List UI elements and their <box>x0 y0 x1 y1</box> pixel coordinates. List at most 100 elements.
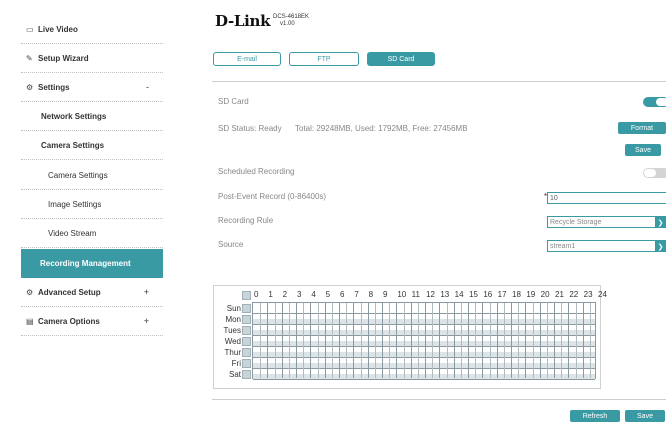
format-button[interactable]: Format <box>618 122 666 134</box>
post-event-label: Post-Event Record (0-86400s) <box>218 192 327 201</box>
document-icon: ▤ <box>26 316 34 326</box>
sidebar-item-camera-options[interactable]: ▤ Camera Options + <box>21 307 163 336</box>
sidebar-item-camera-settings[interactable]: Camera Settings <box>21 131 163 160</box>
post-event-input[interactable]: 10 <box>547 192 666 204</box>
sidebar-item-settings[interactable]: ⚙ Settings - <box>21 73 163 102</box>
schedule-day-row: Fri <box>218 358 251 368</box>
hour-label: 6 <box>340 290 345 299</box>
expand-icon: + <box>143 287 149 297</box>
schedule-slot-fill <box>253 363 595 368</box>
hour-label: 12 <box>426 290 435 299</box>
hour-label: 5 <box>325 290 331 299</box>
day-select-button[interactable] <box>242 303 251 313</box>
grid-line <box>417 303 419 378</box>
sidebar-item-live-video[interactable]: ▭ Live Video <box>21 15 163 44</box>
sidebar-item-image-settings[interactable]: Image Settings <box>21 190 163 219</box>
day-select-button[interactable] <box>242 358 251 368</box>
sidebar-item-advanced-setup[interactable]: ⚙ Advanced Setup + <box>21 278 163 307</box>
save-button[interactable]: Save <box>625 410 665 422</box>
schedule-cells[interactable] <box>252 302 596 380</box>
tab-email[interactable]: E-mail <box>213 52 281 66</box>
source-select[interactable]: stream1 ❯ <box>547 240 666 252</box>
sidebar-item-label: Image Settings <box>48 199 102 209</box>
tab-sd-card[interactable]: SD Card <box>367 52 435 66</box>
grid-line <box>339 303 340 378</box>
grid-line <box>396 303 398 378</box>
day-select-button[interactable] <box>242 347 251 357</box>
hour-label: 2 <box>282 290 288 299</box>
hour-label: 3 <box>297 290 302 299</box>
grid-line <box>482 303 484 378</box>
divider <box>212 399 666 400</box>
sidebar-item-network-settings[interactable]: Network Settings <box>21 102 163 131</box>
day-label: Wed <box>224 336 241 346</box>
hour-label: 20 <box>540 290 550 299</box>
hour-label: 1 <box>268 290 273 299</box>
sidebar-item-recording-management[interactable]: Recording Management <box>21 249 163 278</box>
schedule-slot-fill <box>253 319 595 324</box>
day-select-button[interactable] <box>242 369 251 379</box>
grid-line <box>410 303 412 378</box>
schedule-cell-row[interactable] <box>253 358 595 369</box>
schedule-cell-row[interactable] <box>253 347 595 358</box>
select-all-button[interactable] <box>242 290 251 300</box>
grid-line <box>288 303 290 378</box>
sidebar-item-label: Network Settings <box>41 111 107 121</box>
toggle-knob <box>656 98 666 106</box>
grid-line <box>346 303 348 378</box>
schedule-cell-row[interactable] <box>253 336 595 347</box>
sd-card-toggle[interactable] <box>643 97 666 107</box>
sidebar-item-label: Video Stream <box>48 228 97 238</box>
sd-card-label: SD Card <box>218 97 249 106</box>
sd-save-button[interactable]: Save <box>625 144 661 156</box>
sidebar-item-label: Recording Management <box>40 259 131 268</box>
grid-line <box>367 303 369 378</box>
grid-line <box>496 303 498 378</box>
grid-line <box>453 303 455 378</box>
grid-line <box>460 303 462 378</box>
grid-line <box>532 303 534 378</box>
hour-label: 24 <box>598 290 607 299</box>
grid-line <box>389 303 391 378</box>
refresh-button[interactable]: Refresh <box>570 410 620 422</box>
sd-status-label: SD Status: Ready <box>218 124 282 133</box>
schedule-cell-row[interactable] <box>253 303 595 314</box>
grid-line <box>324 303 326 378</box>
hour-label: 11 <box>411 290 420 299</box>
grid-line <box>539 303 541 378</box>
day-label: Sun <box>226 303 241 313</box>
day-select-button[interactable] <box>242 314 251 324</box>
grid-line <box>382 303 383 378</box>
schedule-cell-row[interactable] <box>253 369 595 380</box>
schedule-cell-row[interactable] <box>253 314 595 325</box>
sidebar-item-video-stream[interactable]: Video Stream <box>21 219 163 248</box>
schedule-cell-row[interactable] <box>253 325 595 336</box>
day-label: Fri <box>231 358 241 368</box>
hour-label: 0 <box>254 290 259 299</box>
recording-rule-select[interactable]: Recycle Storage ❯ <box>547 216 666 228</box>
scheduled-recording-toggle[interactable] <box>643 168 666 178</box>
hour-label: 18 <box>512 290 521 299</box>
schedule-slot-fill <box>253 352 595 357</box>
sidebar-item-camera-settings-sub[interactable]: Camera Settings <box>21 161 163 190</box>
tab-ftp[interactable]: FTP <box>289 52 359 66</box>
recording-rule-value: Recycle Storage <box>550 218 602 226</box>
model-name: DCS-4618EK <box>273 14 310 20</box>
day-select-button[interactable] <box>242 325 251 335</box>
grid-line <box>310 303 312 378</box>
grid-line <box>303 303 305 378</box>
day-label: Sat <box>228 369 241 379</box>
grid-line <box>518 303 520 378</box>
sidebar-item-label: Settings <box>38 82 70 92</box>
scheduled-recording-label: Scheduled Recording <box>218 167 295 176</box>
grid-line <box>360 303 362 378</box>
grid-line <box>503 303 505 378</box>
day-select-button[interactable] <box>242 336 251 346</box>
hour-labels: 0 1 2 3 4 5 6 7 8 9 10 11 12 13 14 15 16 17 18 19 20 21 22 23 24 <box>252 290 607 302</box>
divider <box>212 81 666 82</box>
sidebar-item-setup-wizard[interactable]: ✎ Setup Wizard <box>21 44 163 73</box>
chevron-down-icon: ❯ <box>655 217 666 228</box>
toggle-knob <box>644 169 656 177</box>
hour-label: 14 <box>454 290 464 299</box>
grid-line <box>296 303 297 378</box>
